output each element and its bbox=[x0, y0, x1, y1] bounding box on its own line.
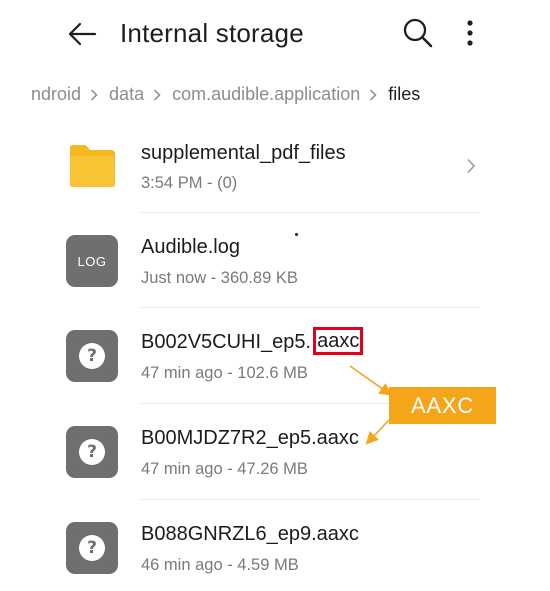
folder-icon bbox=[70, 145, 115, 187]
chevron-right-icon bbox=[154, 88, 161, 101]
aaxc-callout: AAXC bbox=[389, 387, 496, 424]
log-icon: LOG bbox=[66, 235, 118, 287]
page-title: Internal storage bbox=[120, 18, 304, 48]
chevron-right-icon bbox=[370, 88, 377, 101]
breadcrumb: ndroid data com.audible.application file… bbox=[0, 80, 550, 110]
list-item-b088gnrzl6[interactable]: ? B088GNRZL6_ep9.aaxc 46 min ago - 4.59 … bbox=[0, 500, 550, 591]
search-button[interactable] bbox=[399, 14, 437, 52]
stray-dot bbox=[295, 233, 298, 236]
breadcrumb-data[interactable]: data bbox=[109, 84, 144, 105]
list-item-supplemental-pdf-files[interactable]: supplemental_pdf_files 3:54 PM - (0) bbox=[0, 118, 550, 212]
file-meta: Just now - 360.89 KB bbox=[141, 269, 298, 287]
log-icon-label: LOG bbox=[77, 253, 107, 269]
file-name: supplemental_pdf_files bbox=[141, 142, 346, 164]
more-vertical-icon bbox=[467, 20, 473, 46]
file-name: B00MJDZ7R2_ep5.aaxc bbox=[141, 427, 359, 449]
breadcrumb-android[interactable]: ndroid bbox=[31, 84, 81, 105]
question-file-icon: ? bbox=[66, 330, 118, 382]
breadcrumb-com-audible-application[interactable]: com.audible.application bbox=[172, 84, 360, 105]
question-file-icon: ? bbox=[66, 426, 118, 478]
chevron-right-icon bbox=[91, 88, 98, 101]
search-icon bbox=[403, 18, 433, 48]
file-name-prefix: B002V5CUHI_ep5. bbox=[141, 331, 312, 353]
app-header: Internal storage bbox=[0, 0, 550, 72]
question-file-icon: ? bbox=[66, 522, 118, 574]
file-name: B002V5CUHI_ep5. aaxc bbox=[141, 327, 364, 355]
file-meta: 3:54 PM - (0) bbox=[141, 174, 238, 192]
extension-highlight: aaxc bbox=[313, 327, 364, 355]
file-meta: 47 min ago - 102.6 MB bbox=[141, 364, 308, 382]
file-name: Audible.log bbox=[141, 236, 240, 258]
question-mark-icon: ? bbox=[79, 343, 105, 369]
breadcrumb-files[interactable]: files bbox=[388, 84, 420, 105]
question-mark-icon: ? bbox=[79, 439, 105, 465]
file-name: B088GNRZL6_ep9.aaxc bbox=[141, 523, 359, 545]
file-meta: 47 min ago - 47.26 MB bbox=[141, 460, 308, 478]
list-item-audible-log[interactable]: LOG Audible.log Just now - 360.89 KB bbox=[0, 213, 550, 307]
arrow-left-icon bbox=[68, 22, 97, 46]
chevron-right-icon bbox=[467, 158, 476, 174]
question-mark-icon: ? bbox=[79, 535, 105, 561]
back-button[interactable] bbox=[64, 16, 100, 52]
more-options-button[interactable] bbox=[458, 14, 482, 52]
file-meta: 46 min ago - 4.59 MB bbox=[141, 556, 299, 574]
